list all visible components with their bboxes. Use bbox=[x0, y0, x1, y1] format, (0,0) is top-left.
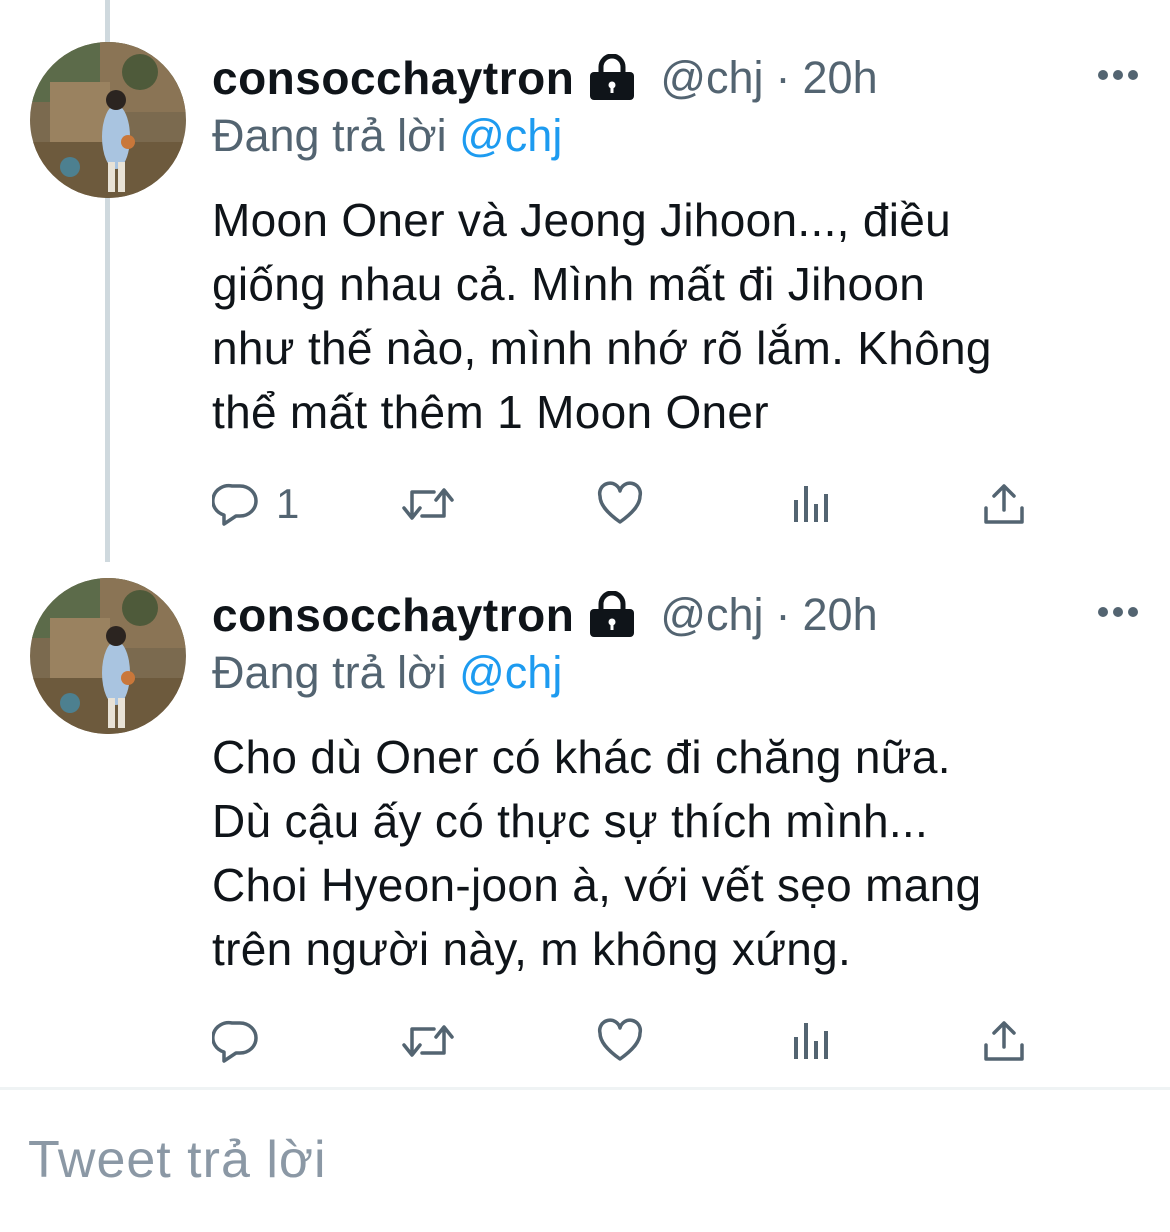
tweet-text-line: trên người này, m không xứng. bbox=[212, 923, 852, 975]
like-button[interactable] bbox=[596, 478, 644, 530]
tweet-text-line: Dù cậu ấy có thực sự thích mình... bbox=[212, 795, 929, 847]
replying-mention-link[interactable]: @chj bbox=[459, 110, 562, 161]
reply-icon bbox=[212, 1020, 258, 1063]
tweet-text-line: giống nhau cả. Mình mất đi Jihoon bbox=[212, 258, 926, 310]
tweet-header: consocchaytron @chj · 20h bbox=[212, 585, 878, 645]
retweet-button[interactable] bbox=[400, 1015, 456, 1067]
timestamp[interactable]: 20h bbox=[803, 52, 878, 104]
display-name[interactable]: consocchaytron bbox=[212, 51, 574, 105]
tweet-text: Moon Oner và Jeong Jihoon..., điều giống… bbox=[212, 188, 1142, 444]
more-icon[interactable] bbox=[1096, 605, 1140, 619]
analytics-button[interactable] bbox=[788, 1015, 836, 1067]
tweet-text-line: như thế nào, mình nhớ rõ lắm. Không bbox=[212, 322, 992, 374]
replying-prefix: Đang trả lời bbox=[212, 647, 447, 698]
reply-input[interactable]: Tweet trả lời bbox=[28, 1130, 327, 1190]
handle[interactable]: @chj bbox=[660, 52, 763, 104]
reply-box-divider bbox=[0, 1087, 1170, 1090]
retweet-icon bbox=[402, 488, 454, 520]
retweet-button[interactable] bbox=[400, 478, 456, 530]
tweet-text: Cho dù Oner có khác đi chăng nữa. Dù cậu… bbox=[212, 725, 1142, 981]
share-icon bbox=[984, 1021, 1024, 1061]
reply-icon bbox=[212, 483, 258, 526]
share-button[interactable] bbox=[980, 478, 1028, 530]
lock-icon bbox=[590, 54, 635, 100]
like-icon bbox=[597, 481, 643, 524]
tweet-header: consocchaytron @chj · 20h bbox=[212, 48, 878, 108]
avatar[interactable] bbox=[30, 42, 186, 198]
replying-mention-link[interactable]: @chj bbox=[459, 647, 562, 698]
tweet[interactable]: consocchaytron @chj · 20h Đang trả lời @… bbox=[0, 545, 1170, 1085]
like-icon bbox=[597, 1018, 643, 1061]
separator-dot: · bbox=[775, 589, 791, 640]
replying-to: Đang trả lời @chj bbox=[212, 110, 562, 162]
reply-button[interactable]: 1 bbox=[212, 478, 299, 530]
separator-dot: · bbox=[775, 52, 791, 103]
share-icon bbox=[984, 484, 1024, 524]
avatar[interactable] bbox=[30, 578, 186, 734]
tweet-text-line: Moon Oner và Jeong Jihoon..., điều bbox=[212, 194, 951, 246]
more-icon[interactable] bbox=[1096, 68, 1140, 82]
timestamp[interactable]: 20h bbox=[803, 589, 878, 641]
analytics-icon bbox=[794, 1023, 828, 1059]
tweet[interactable]: consocchaytron @chj · 20h Đang trả lời @… bbox=[0, 0, 1170, 545]
reply-count: 1 bbox=[276, 480, 300, 527]
tweet-text-line: Choi Hyeon-joon à, với vết sẹo mang bbox=[212, 859, 982, 911]
reply-button[interactable] bbox=[212, 1015, 276, 1067]
analytics-button[interactable] bbox=[788, 478, 836, 530]
analytics-icon bbox=[794, 486, 828, 522]
retweet-icon bbox=[402, 1025, 454, 1057]
avatar-photo bbox=[30, 578, 186, 734]
replying-prefix: Đang trả lời bbox=[212, 110, 447, 161]
share-button[interactable] bbox=[980, 1015, 1028, 1067]
display-name[interactable]: consocchaytron bbox=[212, 588, 574, 642]
like-button[interactable] bbox=[596, 1015, 644, 1067]
lock-icon bbox=[590, 591, 635, 637]
tweet-text-line: Cho dù Oner có khác đi chăng nữa. bbox=[212, 731, 951, 783]
tweet-text-line: thể mất thêm 1 Moon Oner bbox=[212, 386, 769, 438]
replying-to: Đang trả lời @chj bbox=[212, 647, 562, 699]
avatar-photo bbox=[30, 42, 186, 198]
handle[interactable]: @chj bbox=[660, 589, 763, 641]
